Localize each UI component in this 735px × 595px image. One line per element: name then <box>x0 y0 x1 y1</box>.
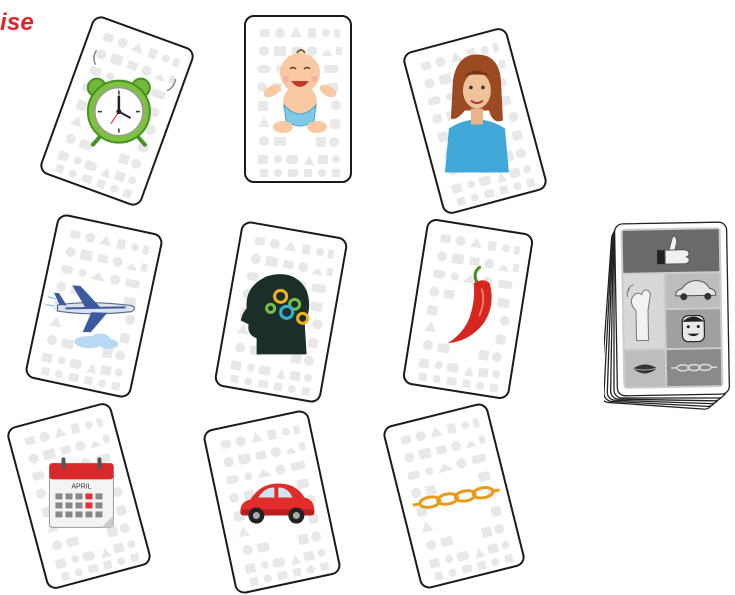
calendar-icon: APRIL <box>8 402 153 591</box>
airplane-icon <box>25 215 164 399</box>
woman-icon <box>404 27 549 216</box>
card-baby[interactable] <box>244 15 352 183</box>
card-head-gears[interactable] <box>213 220 349 404</box>
card-car[interactable] <box>202 409 343 595</box>
card-chili-pepper[interactable] <box>402 218 535 401</box>
face-icon <box>682 315 704 341</box>
deck-stack <box>604 210 735 410</box>
card-chain[interactable] <box>381 401 526 590</box>
alarm-clock-icon <box>39 16 197 208</box>
chain-icon <box>384 403 527 591</box>
card-woman[interactable] <box>401 26 549 216</box>
page-title: ise <box>0 9 34 37</box>
chili-pepper-icon <box>403 220 534 401</box>
card-deck[interactable] <box>604 210 735 410</box>
car-icon <box>204 410 342 595</box>
card-airplane[interactable] <box>24 213 165 400</box>
card-alarm-clock[interactable] <box>38 14 197 209</box>
baby-icon <box>246 17 352 183</box>
card-calendar[interactable]: APRIL <box>5 401 153 591</box>
head-gears-icon <box>215 222 349 404</box>
calendar-month: APRIL <box>71 483 91 490</box>
